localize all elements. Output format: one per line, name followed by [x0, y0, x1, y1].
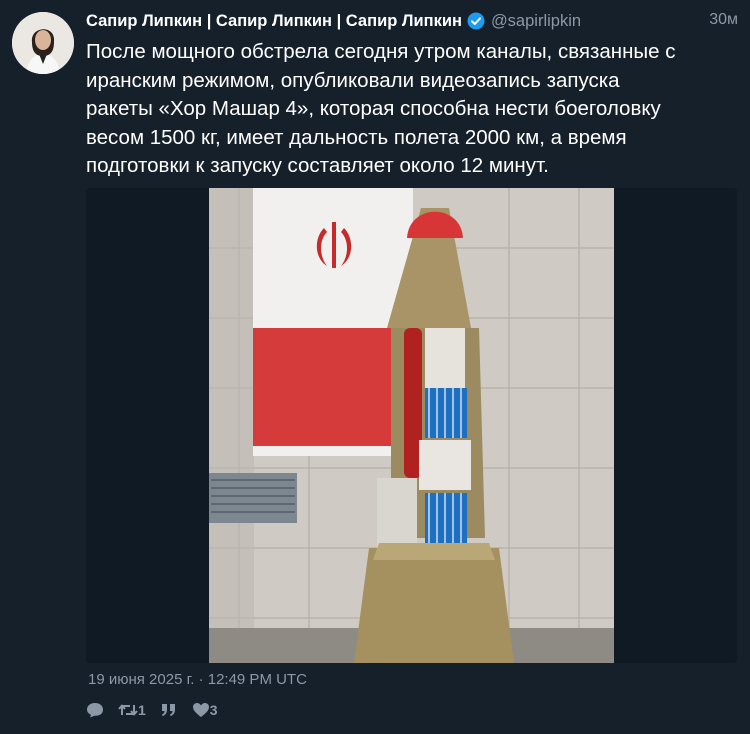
avatar[interactable] [12, 12, 74, 74]
retweet-count: 1 [138, 702, 146, 718]
reply-icon [86, 702, 104, 718]
tweet-text: После мощного обстрела сегодня утром кан… [86, 40, 676, 178]
author-handle[interactable]: @sapirlipkin [491, 12, 581, 31]
quote-icon [160, 703, 178, 717]
retweet-button[interactable]: 1 [118, 702, 146, 718]
action-bar: 1 3 [86, 702, 232, 718]
missile-photo [209, 188, 614, 663]
author-name[interactable]: Сапир Липкин | Сапир Липкин | Сапир Липк… [86, 12, 462, 31]
reply-button[interactable] [86, 702, 104, 718]
tweet-timestamp[interactable]: 19 июня 2025 г. · 12:49 PM UTC [88, 671, 307, 688]
like-count: 3 [209, 702, 218, 718]
retweet-icon [118, 703, 138, 717]
quote-button[interactable] [160, 703, 178, 717]
tweet-time[interactable]: 30м [709, 11, 738, 29]
verified-badge-icon [467, 12, 485, 30]
heart-icon [192, 702, 210, 718]
tweet-media[interactable] [86, 188, 737, 663]
tweet-header: Сапир Липкин | Сапир Липкин | Сапир Липк… [86, 10, 738, 32]
like-button[interactable]: 3 [192, 702, 218, 718]
